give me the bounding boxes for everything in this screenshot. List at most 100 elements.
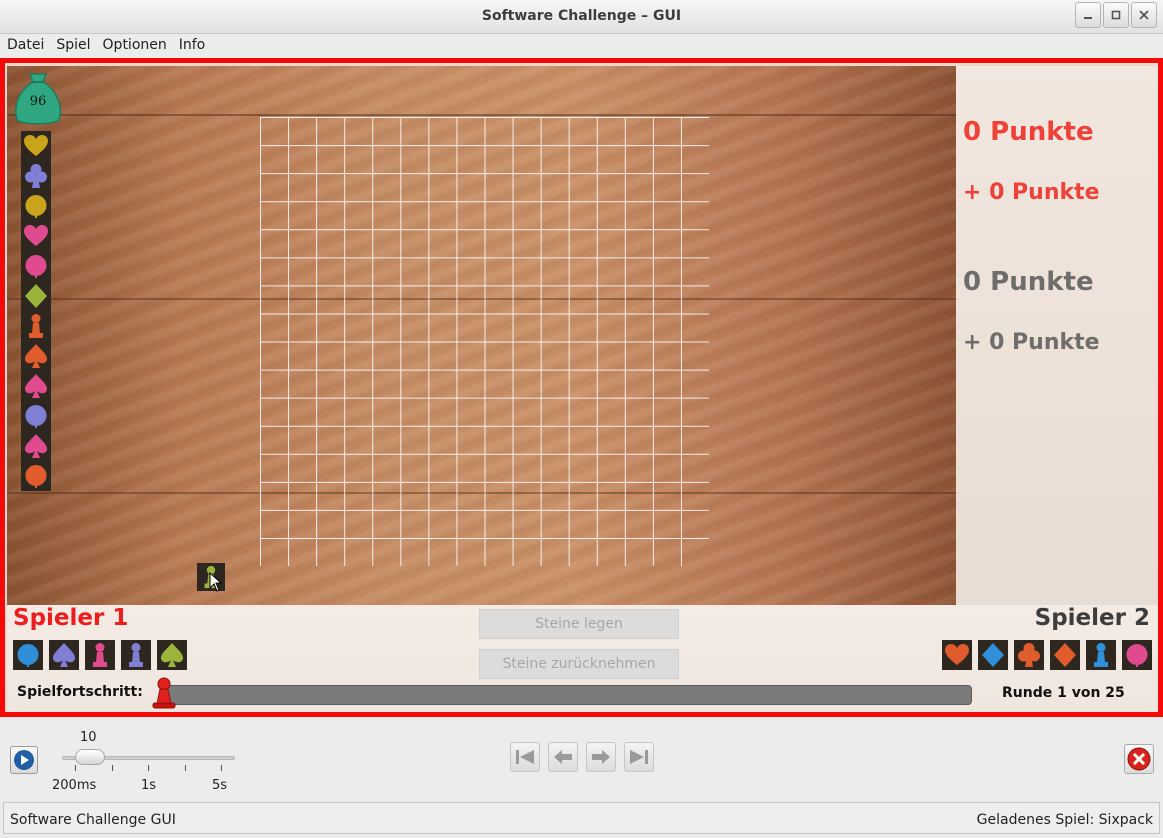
player2-hand (942, 640, 1152, 670)
circle-icon (17, 644, 39, 667)
window-controls (1075, 2, 1157, 28)
club-icon (1018, 643, 1040, 667)
slider-label-min: 200ms (52, 778, 97, 793)
mouse-cursor-icon (209, 572, 223, 592)
play-button[interactable] (10, 746, 38, 774)
skip-to-end-icon (630, 750, 648, 764)
diamond-icon (982, 643, 1004, 667)
player1-points-delta: + 0 Punkte (963, 180, 1100, 205)
slider-label-mid: 1s (141, 778, 157, 793)
stone-tile[interactable] (978, 640, 1008, 670)
menu-optionen[interactable]: Optionen (96, 34, 172, 58)
slider-label-max: 5s (212, 778, 228, 793)
club-icon (25, 164, 47, 188)
play-icon (14, 750, 34, 770)
circle-icon (25, 405, 47, 428)
wooden-board: 96 (7, 66, 956, 605)
menu-info[interactable]: Info (172, 34, 211, 58)
menu-datei[interactable]: Datei (0, 34, 49, 58)
plank-seam (7, 114, 956, 116)
stone-tile[interactable] (21, 401, 51, 431)
cancel-game-button[interactable] (1124, 744, 1154, 774)
player2-name: Spieler 2 (1034, 605, 1150, 631)
next-turn-button[interactable] (586, 742, 616, 772)
player1-points: 0 Punkte (963, 117, 1094, 147)
minimize-button[interactable] (1075, 2, 1101, 28)
slider-tick (185, 765, 186, 771)
stone-tile[interactable] (21, 341, 51, 371)
turn-navigation (510, 742, 654, 772)
maximize-icon (1111, 10, 1121, 20)
stone-tile[interactable] (21, 311, 51, 341)
stone-tile[interactable] (121, 640, 151, 670)
stone-tile[interactable] (49, 640, 79, 670)
player-panel: Spieler 1 Spieler 2 Steine legen Steine … (7, 605, 1158, 712)
previous-turn-button[interactable] (548, 742, 578, 772)
progress-label: Spielfortschritt: (17, 684, 143, 700)
stone-tile[interactable] (21, 191, 51, 221)
stone-tile[interactable] (21, 221, 51, 251)
game-progress-bar (165, 685, 972, 705)
stone-tile[interactable] (1122, 640, 1152, 670)
status-app-name: Software Challenge GUI (10, 812, 176, 828)
menu-bar: Datei Spiel Optionen Info (0, 34, 1163, 58)
stone-tile[interactable] (21, 161, 51, 191)
player2-points: 0 Punkte (963, 267, 1094, 297)
stone-tile[interactable] (1050, 640, 1080, 670)
diamond-icon (1054, 643, 1076, 667)
close-icon (1139, 10, 1149, 20)
circle-icon (25, 195, 47, 218)
stone-tile[interactable] (13, 640, 43, 670)
arrow-left-icon (554, 750, 572, 764)
skip-to-start-icon (516, 750, 534, 764)
speed-slider-thumb[interactable] (75, 749, 105, 765)
stone-tile[interactable] (21, 371, 51, 401)
slider-tick (221, 765, 222, 771)
window-title: Software Challenge – GUI (481, 8, 682, 24)
menu-spiel[interactable]: Spiel (49, 34, 95, 58)
stone-tile[interactable] (21, 131, 51, 161)
player2-points-delta: + 0 Punkte (963, 330, 1100, 355)
pawn-icon (29, 314, 43, 338)
pawn-icon (129, 643, 143, 667)
heart-icon (945, 644, 969, 665)
heart-icon (24, 135, 48, 156)
stone-tile[interactable] (21, 461, 51, 491)
stone-tile[interactable] (157, 640, 187, 670)
stone-tile[interactable] (85, 640, 115, 670)
undo-stones-button[interactable]: Steine zurücknehmen (479, 649, 679, 679)
spade-icon (25, 344, 47, 368)
stone-tile[interactable] (1014, 640, 1044, 670)
progress-pawn-icon (152, 677, 176, 709)
speed-value: 10 (80, 730, 97, 745)
stone-tile[interactable] (21, 251, 51, 281)
playback-controls: 10 200ms 1s 5s (0, 717, 1163, 799)
arrow-right-icon (592, 750, 610, 764)
maximize-button[interactable] (1103, 2, 1129, 28)
game-area: 96 0 Punkte + 0 Punkte 0 Punkte + 0 Punk… (0, 58, 1163, 717)
stone-tile[interactable] (1086, 640, 1116, 670)
status-bar: Software Challenge GUI Geladenes Spiel: … (0, 799, 1163, 838)
circle-icon (25, 255, 47, 278)
diamond-icon (25, 284, 47, 308)
stone-tile[interactable] (21, 281, 51, 311)
circle-icon (1126, 644, 1148, 667)
player1-hand (13, 640, 187, 670)
window-close-button[interactable] (1131, 2, 1157, 28)
stone-tile[interactable] (21, 431, 51, 461)
first-turn-button[interactable] (510, 742, 540, 772)
last-turn-button[interactable] (624, 742, 654, 772)
slider-tick (75, 765, 76, 771)
spade-icon (25, 374, 47, 398)
player1-name: Spieler 1 (13, 605, 129, 631)
game-grid[interactable] (260, 117, 709, 566)
circle-icon (25, 465, 47, 488)
pawn-icon (93, 643, 107, 667)
slider-tick (148, 765, 149, 771)
slider-tick (112, 765, 113, 771)
spade-icon (25, 434, 47, 458)
cancel-icon (1127, 747, 1151, 771)
place-stones-button[interactable]: Steine legen (479, 609, 679, 639)
stone-tile[interactable] (942, 640, 972, 670)
bag-count: 96 (29, 94, 47, 109)
